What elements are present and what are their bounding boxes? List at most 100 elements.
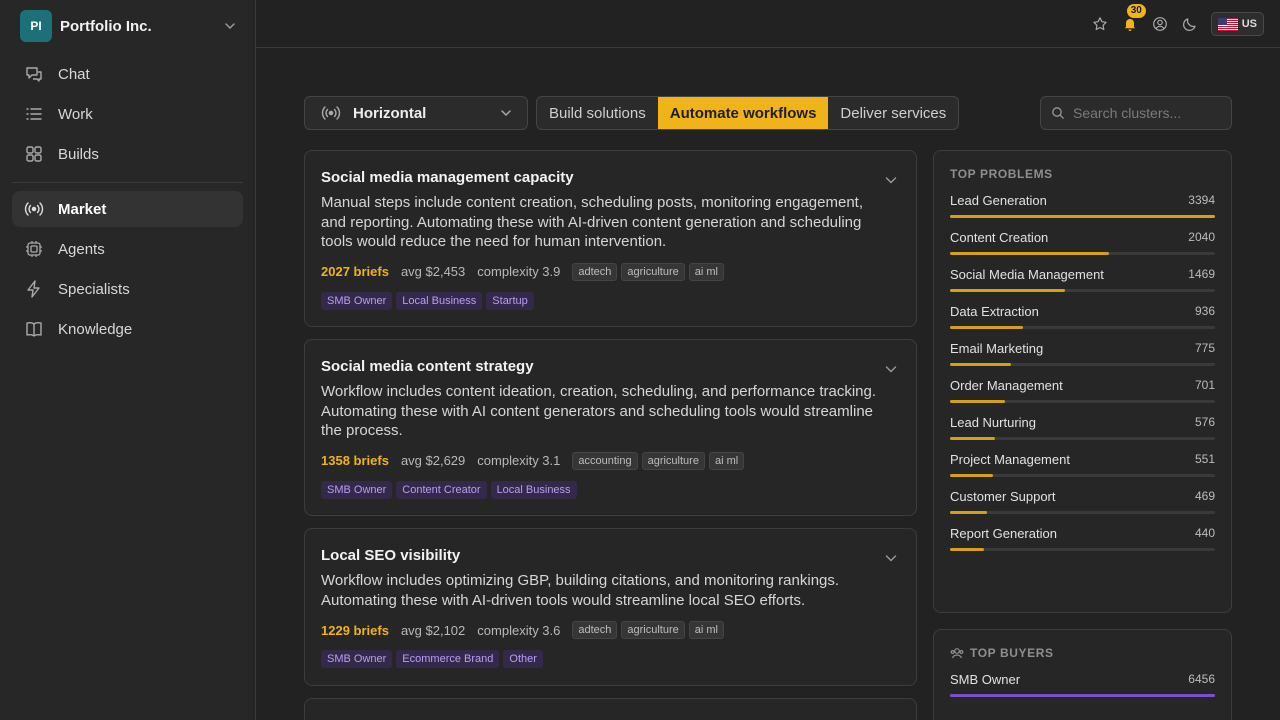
nav-secondary: Market Agents Specialists Knowledge <box>12 191 243 351</box>
persona-tag[interactable]: Local Business <box>490 480 577 499</box>
top-buyers-panel: TOP BUYERS SMB Owner 6456 <box>933 629 1232 720</box>
bar-header: Project Management 551 <box>950 452 1215 467</box>
bar-count: 936 <box>1194 304 1215 318</box>
card-title: Social media content strategy <box>321 358 534 375</box>
chevron-down-icon[interactable] <box>884 551 898 565</box>
bar-label: Project Management <box>950 452 1070 467</box>
filter-toolbar: Horizontal Build solutions Automate work… <box>304 96 1232 130</box>
sidebar-item-label: Builds <box>58 145 99 163</box>
sidebar-item-chat[interactable]: Chat <box>12 56 243 92</box>
persona-tag[interactable]: Other <box>503 650 543 668</box>
locale-switcher[interactable]: US <box>1210 12 1264 36</box>
persona-tag[interactable]: Ecommerce Brand <box>396 650 500 668</box>
cluster-card[interactable]: Social media content strategy Workflow i… <box>304 339 917 516</box>
industry-tag[interactable]: ai ml <box>688 262 724 281</box>
user-circle-icon[interactable] <box>1151 15 1169 33</box>
briefs-count: 1358 briefs <box>321 453 389 468</box>
bar-header: Report Generation 440 <box>950 526 1215 541</box>
industry-tags: adtech agriculture ai ml <box>572 262 724 281</box>
sidebar-item-knowledge[interactable]: Knowledge <box>12 311 243 347</box>
persona-tag[interactable]: SMB Owner <box>321 650 393 668</box>
problem-row[interactable]: Lead Generation 3394 <box>950 193 1215 218</box>
problem-row[interactable]: Data Extraction 936 <box>950 304 1215 329</box>
bar-track <box>950 363 1215 366</box>
card-meta: 1358 briefs avg $2,629 complexity 3.1 ac… <box>321 451 900 470</box>
chevron-down-icon <box>222 18 238 34</box>
bar-label: Report Generation <box>950 526 1057 541</box>
org-switcher[interactable]: PI Portfolio Inc. <box>20 10 238 42</box>
problem-row[interactable]: Email Marketing 775 <box>950 341 1215 366</box>
chevron-down-icon[interactable] <box>884 362 898 376</box>
bar-track <box>950 548 1215 551</box>
bar-count: 3394 <box>1188 193 1215 207</box>
panel-title: TOP BUYERS <box>950 646 1215 660</box>
bell-icon[interactable]: 30 <box>1121 4 1146 33</box>
industry-tag[interactable]: agriculture <box>621 621 685 639</box>
problem-row[interactable]: Customer Support 469 <box>950 489 1215 514</box>
persona-tag[interactable]: Startup <box>486 291 534 310</box>
cluster-card[interactable] <box>304 698 917 720</box>
problem-row[interactable]: Order Management 701 <box>950 378 1215 403</box>
search-input[interactable] <box>1073 105 1223 121</box>
cluster-card[interactable]: Social media management capacity Manual … <box>304 150 917 327</box>
bar-count: 775 <box>1194 341 1215 355</box>
panel-title: TOP PROBLEMS <box>950 167 1053 181</box>
bar-fill <box>950 363 1011 366</box>
buyer-row[interactable]: SMB Owner 6456 <box>950 672 1215 697</box>
problem-row[interactable]: Project Management 551 <box>950 452 1215 477</box>
moon-icon[interactable] <box>1181 15 1199 33</box>
card-title: Social media management capacity <box>321 169 574 186</box>
bar-count: 551 <box>1194 452 1215 466</box>
bar-fill <box>950 511 987 514</box>
locale-label: US <box>1241 18 1257 30</box>
tab-automate-workflows[interactable]: Automate workflows <box>657 97 829 129</box>
bar-count: 440 <box>1194 526 1215 540</box>
cluster-card[interactable]: Local SEO visibility Workflow includes o… <box>304 528 917 686</box>
bar-label: Social Media Management <box>950 267 1104 282</box>
persona-tag[interactable]: Content Creator <box>396 480 487 499</box>
tab-deliver-services[interactable]: Deliver services <box>828 97 958 129</box>
industry-tag[interactable]: agriculture <box>621 262 685 281</box>
bar-label: Lead Nurturing <box>950 415 1036 430</box>
sidebar-item-agents[interactable]: Agents <box>12 231 243 267</box>
market-type-select[interactable]: Horizontal <box>304 96 528 130</box>
complexity: complexity 3.6 <box>477 622 561 638</box>
problem-row[interactable]: Social Media Management 1469 <box>950 267 1215 292</box>
sidebar-item-specialists[interactable]: Specialists <box>12 271 243 307</box>
search-icon <box>1051 106 1065 120</box>
bar-header: Customer Support 469 <box>950 489 1215 504</box>
persona-tag[interactable]: Local Business <box>396 291 483 310</box>
bar-header: Order Management 701 <box>950 378 1215 393</box>
persona-tag[interactable]: SMB Owner <box>321 291 393 310</box>
industry-tag[interactable]: adtech <box>572 621 618 639</box>
persona-tags: SMB Owner Content Creator Local Business <box>321 480 900 499</box>
star-icon[interactable] <box>1091 15 1109 33</box>
tab-build-solutions[interactable]: Build solutions <box>537 97 658 129</box>
card-meta: 2027 briefs avg $2,453 complexity 3.9 ad… <box>321 262 900 281</box>
bar-count: 1469 <box>1188 267 1215 281</box>
us-flag-icon <box>1217 17 1238 31</box>
chevron-down-icon[interactable] <box>884 173 898 187</box>
bar-fill <box>950 694 1215 697</box>
card-description: Manual steps include content creation, s… <box>321 194 863 250</box>
bar-track <box>950 437 1215 440</box>
sidebar-item-builds[interactable]: Builds <box>12 136 243 172</box>
industry-tag[interactable]: accounting <box>572 451 638 470</box>
bar-header: SMB Owner 6456 <box>950 672 1215 687</box>
problem-row[interactable]: Report Generation 440 <box>950 526 1215 551</box>
topbar: 30 US <box>256 0 1280 48</box>
sidebar-item-market[interactable]: Market <box>12 191 243 227</box>
persona-tag[interactable]: SMB Owner <box>321 480 393 499</box>
industry-tag[interactable]: adtech <box>572 262 618 281</box>
sidebar-item-label: Specialists <box>58 280 130 298</box>
sidebar-item-label: Market <box>58 200 107 218</box>
industry-tag[interactable]: agriculture <box>641 451 705 470</box>
bar-header: Lead Nurturing 576 <box>950 415 1215 430</box>
problem-row[interactable]: Lead Nurturing 576 <box>950 415 1215 440</box>
problem-row[interactable]: Content Creation 2040 <box>950 230 1215 255</box>
sidebar-item-work[interactable]: Work <box>12 96 243 132</box>
industry-tag[interactable]: ai ml <box>688 621 724 639</box>
top-problems-panel: TOP PROBLEMS Lead Generation 3394 Content … <box>933 150 1232 613</box>
card-description: Workflow includes content ideation, crea… <box>321 383 877 439</box>
industry-tag[interactable]: ai ml <box>708 451 745 470</box>
